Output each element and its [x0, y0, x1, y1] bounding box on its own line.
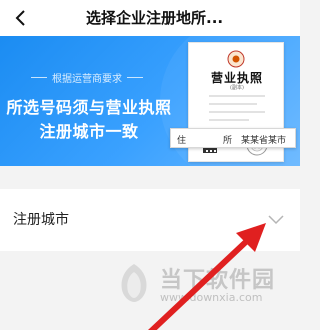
chevron-down-icon[interactable]	[268, 215, 284, 225]
tagline-left-line	[31, 77, 47, 78]
page-title: 选择企业注册地所...	[86, 9, 224, 27]
watermark-text: 当下软件园	[160, 268, 276, 293]
license-subtitle: (副本)	[230, 85, 244, 91]
back-button[interactable]	[6, 3, 36, 33]
national-emblem-icon	[227, 50, 245, 68]
license-text-line	[209, 111, 265, 113]
requirement-banner: 根据运营商要求 所选号码须与营业执照 注册城市一致 营业执照 (副本) 住 所 …	[0, 36, 300, 166]
top-nav-bar: 选择企业注册地所...	[0, 0, 300, 36]
registration-city-row[interactable]: 注册城市	[0, 189, 300, 251]
license-text-line	[209, 95, 265, 97]
address-value: 某某省某市	[241, 136, 287, 146]
tagline-text: 根据运营商要求	[52, 74, 122, 85]
chevron-left-icon	[15, 10, 25, 26]
license-address-callout: 住 所 某某省某市	[170, 128, 296, 148]
banner-tagline: 根据运营商要求	[12, 70, 162, 85]
registration-city-label: 注册城市	[13, 212, 69, 228]
watermark-logo-icon	[121, 264, 147, 302]
address-label-1: 住	[177, 136, 187, 146]
address-label-2: 所	[223, 136, 233, 146]
tagline-right-line	[127, 77, 143, 78]
license-text-line	[209, 119, 249, 121]
banner-headline-2: 注册城市一致	[39, 122, 139, 141]
license-text-line	[209, 103, 257, 105]
watermark-url: www.downxia.com	[160, 291, 263, 304]
banner-headline-1: 所选号码须与营业执照	[6, 98, 172, 117]
